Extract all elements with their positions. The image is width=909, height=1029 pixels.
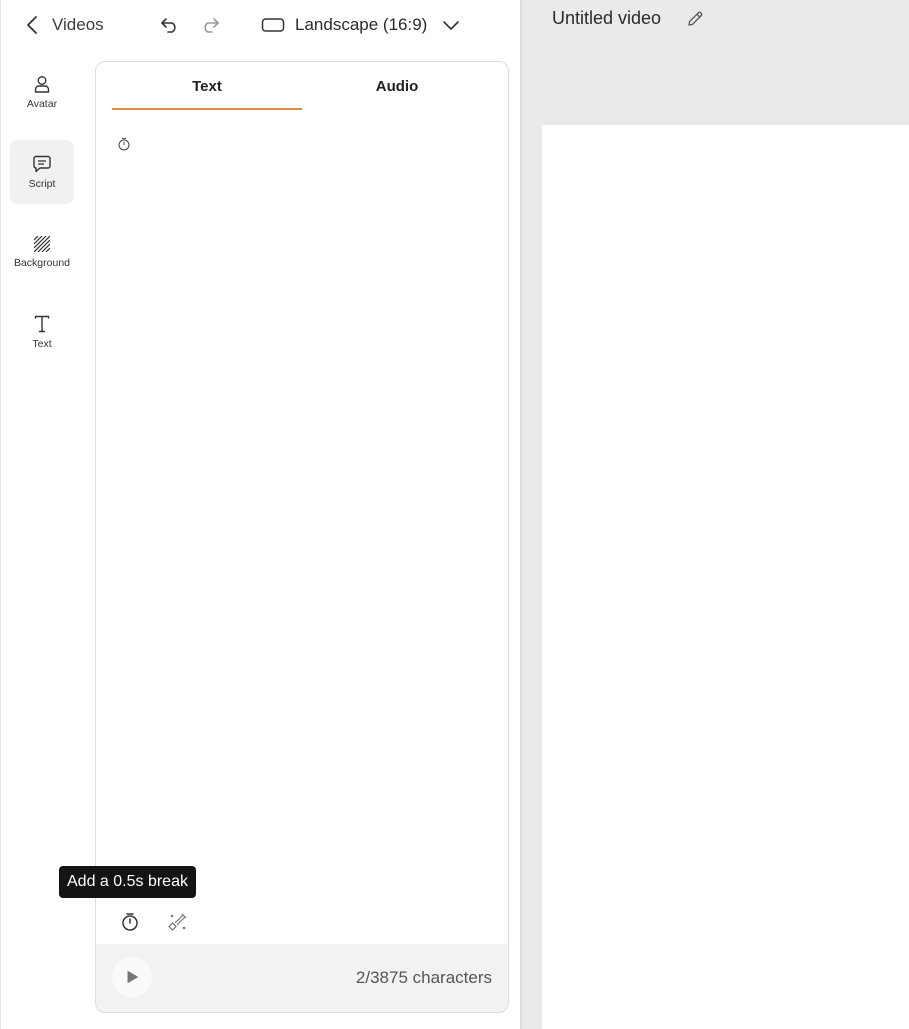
video-title[interactable]: Untitled video bbox=[552, 8, 661, 29]
hatch-icon bbox=[34, 235, 50, 252]
redo-icon bbox=[204, 18, 219, 33]
undo-button[interactable] bbox=[158, 12, 182, 38]
back-to-videos-button[interactable]: Videos bbox=[26, 10, 122, 40]
stopwatch-icon bbox=[122, 913, 138, 931]
back-label: Videos bbox=[52, 15, 104, 34]
rail-item-avatar[interactable]: Avatar bbox=[10, 60, 74, 124]
redo-button[interactable] bbox=[198, 12, 222, 38]
aspect-ratio-label: Landscape (16:9) bbox=[295, 15, 428, 34]
script-footer: 2/3875 characters bbox=[96, 944, 508, 1012]
character-count: 2/3875 characters bbox=[355, 968, 492, 987]
rail-item-script[interactable]: Script bbox=[10, 140, 74, 204]
pencil-icon[interactable] bbox=[686, 10, 704, 28]
tool-rail: Avatar Script Background Text bbox=[10, 60, 74, 380]
landscape-frame-icon bbox=[261, 18, 285, 32]
break-marker-icon[interactable] bbox=[117, 137, 131, 151]
chat-icon bbox=[33, 155, 51, 172]
rail-label-avatar: Avatar bbox=[26, 97, 58, 110]
person-icon bbox=[34, 75, 50, 93]
script-tabs: Text Audio bbox=[112, 62, 493, 112]
rail-label-background: Background bbox=[13, 256, 71, 269]
ai-enhance-button[interactable] bbox=[166, 910, 190, 934]
undo-icon bbox=[161, 18, 176, 33]
script-toolbar bbox=[96, 902, 508, 942]
rail-label-script: Script bbox=[28, 177, 56, 190]
tab-text[interactable]: Text bbox=[112, 62, 302, 110]
text-icon bbox=[34, 315, 50, 332]
play-preview-button[interactable] bbox=[112, 957, 152, 997]
break-tooltip: Add a 0.5s break bbox=[59, 866, 196, 898]
add-break-button[interactable] bbox=[118, 910, 142, 934]
tab-audio[interactable]: Audio bbox=[302, 62, 492, 110]
rail-item-background[interactable]: Background bbox=[10, 220, 74, 284]
window-edge bbox=[0, 0, 1, 1029]
script-editor[interactable] bbox=[112, 132, 492, 892]
active-tab-indicator bbox=[112, 108, 302, 110]
rail-item-text[interactable]: Text bbox=[10, 300, 74, 364]
app-root: Videos Landscape (16:9) Avatar Script Ba… bbox=[0, 0, 909, 1029]
preview-area: Untitled video bbox=[522, 0, 909, 1029]
video-canvas[interactable] bbox=[542, 125, 909, 1029]
aspect-ratio-dropdown[interactable]: Landscape (16:9) bbox=[261, 10, 471, 40]
editor-topbar: Videos Landscape (16:9) bbox=[0, 0, 521, 50]
chevron-left-icon bbox=[27, 16, 37, 34]
play-icon bbox=[127, 971, 138, 983]
chevron-down-icon bbox=[443, 21, 459, 30]
magic-wand-icon bbox=[168, 913, 187, 931]
rail-label-text: Text bbox=[32, 337, 52, 350]
